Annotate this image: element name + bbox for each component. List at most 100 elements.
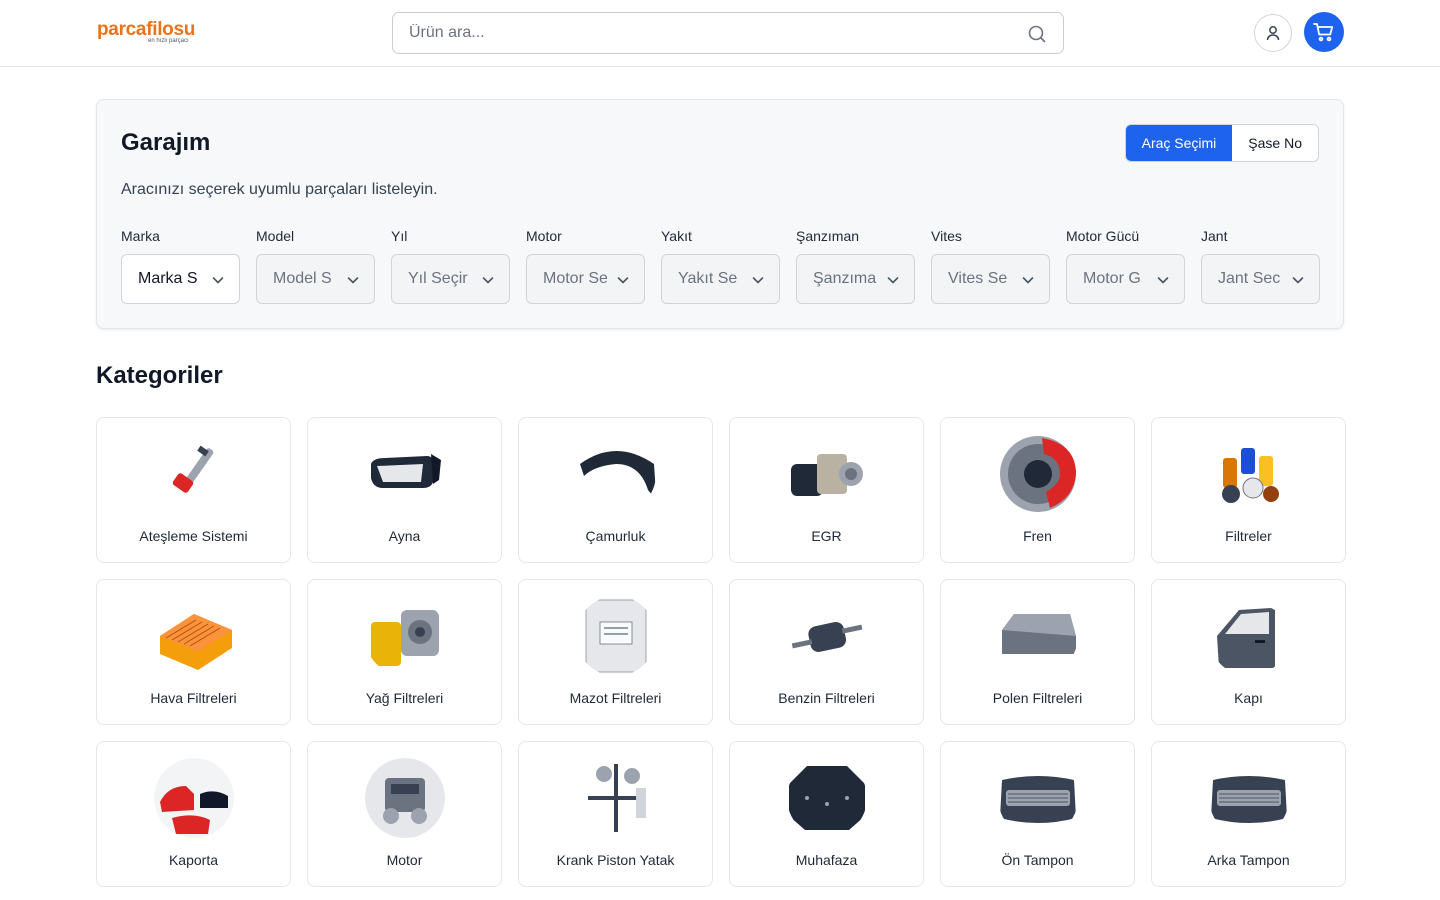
select-label: Yakıt: [661, 228, 692, 244]
category-label: Ateşleme Sistemi: [139, 528, 248, 544]
chevron-down-icon: [482, 277, 494, 284]
chevron-down-icon: [1292, 277, 1304, 284]
select-label: Şanzıman: [796, 228, 860, 244]
ignition-coil-icon: [154, 434, 234, 514]
select-value: Şanzıma: [813, 270, 877, 287]
filters-icon: [1209, 434, 1289, 514]
chevron-down-icon: [617, 277, 629, 284]
egr-valve-icon: [787, 434, 867, 514]
diesel-filter-icon: [576, 596, 656, 676]
cart-button[interactable]: [1304, 12, 1344, 52]
category-label: Polen Filtreleri: [992, 690, 1083, 706]
category-label: Yağ Filtreleri: [365, 690, 444, 706]
select-value: Vites Se: [948, 270, 1008, 287]
tab-vehicle-selection[interactable]: Araç Seçimi: [1125, 125, 1233, 161]
site-logo[interactable]: parcafilosu en hızlı parçacı: [97, 19, 207, 49]
select-group-0: Marka Marka S: [121, 228, 240, 304]
tab-chassis-number[interactable]: Şase No: [1232, 125, 1318, 161]
chevron-down-icon: [1022, 277, 1034, 284]
category-card[interactable]: Hava Filtreleri: [96, 579, 291, 725]
cabin-filter-icon: [998, 596, 1078, 676]
select-label: Marka: [121, 228, 160, 244]
user-icon: [1266, 26, 1280, 41]
category-card[interactable]: Kapı: [1151, 579, 1346, 725]
category-label: Ayna: [388, 528, 421, 544]
category-label: Çamurluk: [585, 528, 646, 544]
category-card[interactable]: Çamurluk: [518, 417, 713, 563]
select-group-2: Yıl Yıl Seçir: [391, 228, 510, 304]
vehicle-select: Şanzıma: [796, 254, 915, 304]
chevron-down-icon: [347, 277, 359, 284]
vehicle-select: Motor Se: [526, 254, 645, 304]
category-card[interactable]: Ateşleme Sistemi: [96, 417, 291, 563]
category-label: Muhafaza: [795, 852, 858, 868]
cart-icon: [1313, 23, 1334, 42]
category-card[interactable]: Filtreler: [1151, 417, 1346, 563]
vehicle-select: Yakıt Se: [661, 254, 780, 304]
oil-filter-icon: [365, 596, 445, 676]
category-card[interactable]: Fren: [940, 417, 1135, 563]
account-button[interactable]: [1254, 14, 1292, 52]
category-card[interactable]: Polen Filtreleri: [940, 579, 1135, 725]
category-card[interactable]: Yağ Filtreleri: [307, 579, 502, 725]
category-card[interactable]: Benzin Filtreleri: [729, 579, 924, 725]
select-value: Jant Sec: [1218, 270, 1281, 287]
rear-bumper-icon: [1209, 758, 1289, 838]
category-card[interactable]: Krank Piston Yatak: [518, 741, 713, 887]
vehicle-select-row: Marka Marka S Model Model S Yıl Yıl Seçir Moto…: [121, 228, 1321, 304]
chevron-down-icon: [212, 277, 224, 284]
category-label: Arka Tampon: [1207, 852, 1290, 868]
search-input[interactable]: [409, 13, 1009, 53]
select-value: Yakıt Se: [678, 270, 738, 287]
chevron-down-icon: [752, 277, 764, 284]
category-grid: Ateşleme Sistemi Ayna Çamurluk EGR Fren Filtr…: [96, 417, 1346, 887]
select-label: Yıl: [391, 228, 408, 244]
category-label: Ön Tampon: [1001, 852, 1074, 868]
category-label: Krank Piston Yatak: [556, 852, 675, 868]
category-card[interactable]: Ayna: [307, 417, 502, 563]
garage-subtitle: Aracınızı seçerek uyumlu parçaları liste…: [121, 181, 438, 198]
select-value: Model S: [273, 270, 332, 287]
category-card[interactable]: Arka Tampon: [1151, 741, 1346, 887]
vehicle-select: Vites Se: [931, 254, 1050, 304]
air-filter-icon: [154, 596, 234, 676]
garage-title: Garajım: [121, 129, 211, 156]
fuel-filter-icon: [787, 596, 867, 676]
search-icon[interactable]: [1027, 24, 1047, 44]
vehicle-select[interactable]: Marka S: [121, 254, 240, 304]
vehicle-search-mode-toggle: Araç Seçimi Şase No: [1124, 124, 1319, 162]
side-mirror-icon: [365, 434, 445, 514]
select-label: Jant: [1201, 228, 1228, 244]
garage-panel: Garajım Araç Seçimi Şase No Aracınızı se…: [96, 99, 1344, 329]
select-group-1: Model Model S: [256, 228, 375, 304]
select-group-8: Jant Jant Sec: [1201, 228, 1320, 304]
car-body-icon: [154, 758, 234, 838]
select-value: Marka S: [138, 270, 198, 287]
category-card[interactable]: EGR: [729, 417, 924, 563]
category-label: Benzin Filtreleri: [778, 690, 875, 706]
select-group-5: Şanzıman Şanzıma: [796, 228, 915, 304]
select-group-3: Motor Motor Se: [526, 228, 645, 304]
category-card[interactable]: Ön Tampon: [940, 741, 1135, 887]
select-group-7: Motor Gücü Motor G: [1066, 228, 1185, 304]
category-card[interactable]: Mazot Filtreleri: [518, 579, 713, 725]
category-label: Filtreler: [1225, 528, 1272, 544]
car-door-icon: [1209, 596, 1289, 676]
category-card[interactable]: Kaporta: [96, 741, 291, 887]
fender-icon: [576, 434, 656, 514]
vehicle-select: Yıl Seçir: [391, 254, 510, 304]
chevron-down-icon: [1157, 277, 1169, 284]
crank-piston-icon: [576, 758, 656, 838]
vehicle-select: Motor G: [1066, 254, 1185, 304]
select-label: Motor Gücü: [1066, 228, 1140, 244]
search-bar: [392, 12, 1064, 54]
select-group-6: Vites Vites Se: [931, 228, 1050, 304]
select-value: Motor G: [1083, 270, 1141, 287]
top-header: parcafilosu en hızlı parçacı: [0, 0, 1440, 67]
category-card[interactable]: Motor: [307, 741, 502, 887]
vehicle-select: Jant Sec: [1201, 254, 1320, 304]
category-label: Motor: [386, 852, 423, 868]
category-card[interactable]: Muhafaza: [729, 741, 924, 887]
category-label: EGR: [811, 528, 842, 544]
select-group-4: Yakıt Yakıt Se: [661, 228, 780, 304]
